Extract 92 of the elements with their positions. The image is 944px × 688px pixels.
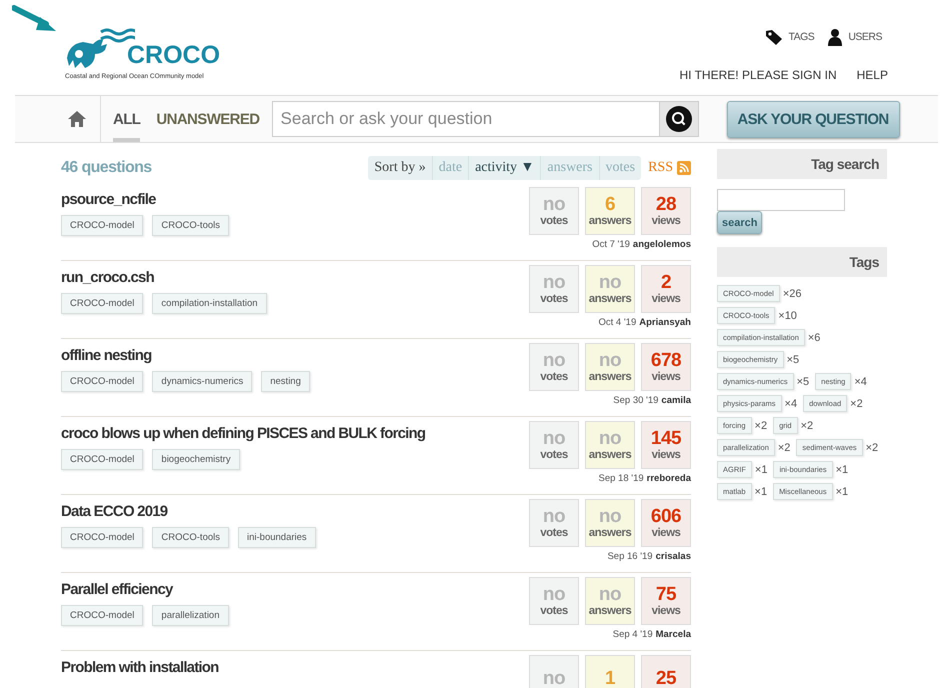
tag-count: ×26: [782, 288, 802, 300]
votes-count: no votes: [529, 265, 579, 313]
tag-chip[interactable]: CROCO-model: [61, 293, 144, 314]
question-date: Sep 4 '19: [612, 629, 653, 640]
author-link[interactable]: camila: [661, 395, 691, 406]
question-title[interactable]: run_croco.csh: [61, 269, 267, 286]
tag-count: ×1: [754, 464, 768, 476]
votes-count: no votes: [529, 187, 579, 235]
tag-search-field[interactable]: [717, 189, 845, 211]
author-link[interactable]: angelolemos: [632, 239, 691, 250]
views-count: 75 views: [641, 577, 691, 625]
answers-count: no answers: [585, 499, 635, 547]
tag-chip[interactable]: CROCO-tools: [152, 527, 229, 548]
views-count: 2 views: [641, 265, 691, 313]
question-title[interactable]: Parallel efficiency: [61, 581, 228, 598]
votes-count: no votes: [529, 577, 579, 625]
author-link[interactable]: crisalas: [656, 551, 691, 562]
tags-link[interactable]: TAGS: [764, 28, 814, 46]
user-icon: [828, 28, 842, 46]
votes-count: no: [529, 655, 579, 688]
votes-count: no votes: [529, 343, 579, 391]
tag-chip[interactable]: CROCO-model: [61, 605, 144, 626]
views-count: 25: [641, 655, 691, 688]
views-count: 145 views: [641, 421, 691, 469]
tag-count: ×1: [754, 486, 768, 498]
question-title[interactable]: Problem with installation: [61, 659, 219, 676]
tag-search-button[interactable]: search: [717, 211, 762, 234]
tag-chip[interactable]: nesting: [261, 371, 310, 392]
search-icon: [666, 106, 692, 132]
home-icon[interactable]: [67, 110, 87, 128]
question-date: Sep 30 '19: [613, 395, 658, 406]
users-link[interactable]: USERS: [828, 28, 882, 46]
answers-count: no answers: [585, 265, 635, 313]
tag-icon: [764, 29, 782, 45]
answers-count: 6 answers: [585, 187, 635, 235]
views-count: 606 views: [641, 499, 691, 547]
tag-chip[interactable]: ini-boundaries: [238, 527, 316, 548]
tag-count: ×1: [836, 486, 848, 498]
answers-count: no answers: [585, 343, 635, 391]
tag-chip[interactable]: biogeochemistry: [152, 449, 240, 470]
author-link[interactable]: rreboreda: [646, 473, 691, 484]
views-count: 678 views: [641, 343, 691, 391]
header-link[interactable]: HELP: [856, 68, 888, 82]
tag-chip[interactable]: CROCO-model: [61, 371, 144, 392]
tag-count: ×2: [778, 442, 790, 454]
tag-chip[interactable]: dynamics-numerics: [152, 371, 252, 392]
question-date: Oct 7 '19: [592, 239, 630, 250]
header-link[interactable]: HI THERE! PLEASE SIGN IN: [679, 68, 837, 82]
question-date: Sep 16 '19: [607, 551, 653, 562]
answers-count: no answers: [585, 577, 635, 625]
answers-count: 1: [585, 655, 635, 688]
ask-question-button[interactable]: ASK YOUR QUESTION: [726, 100, 900, 138]
views-count: 28 views: [641, 187, 691, 235]
answers-count: no answers: [585, 421, 635, 469]
tag-count: ×4: [854, 376, 867, 388]
tag-count: ×10: [778, 310, 797, 322]
question-count: 46 questions: [61, 159, 152, 177]
author-link[interactable]: Marcela: [656, 629, 691, 640]
votes-count: no votes: [529, 499, 579, 547]
tag-chip[interactable]: CROCO-tools: [152, 215, 229, 236]
tag-chip[interactable]: CROCO-model: [61, 527, 144, 548]
author-link[interactable]: Apriansyah: [639, 317, 691, 328]
votes-count: no votes: [529, 421, 579, 469]
tag-count: ×2: [754, 420, 768, 432]
nav-tab[interactable]: ALL: [113, 96, 140, 142]
question-title[interactable]: Data ECCO 2019: [61, 503, 316, 520]
arrow-icon: [12, 5, 58, 33]
sort-label: Sort by »: [373, 160, 427, 176]
search-button[interactable]: [658, 101, 699, 137]
tag-count: ×2: [800, 420, 814, 432]
question-title[interactable]: offline nesting: [61, 347, 310, 364]
tag-count: ×2: [866, 442, 878, 454]
tag-chip[interactable]: CROCO-model: [61, 215, 144, 236]
tag-count: ×4: [784, 398, 798, 410]
question-date: Sep 18 '19: [598, 473, 644, 484]
question-title[interactable]: croco blows up when defining PISCES and BULK forcing: [61, 425, 426, 442]
question-title[interactable]: psource_ncfile: [61, 191, 229, 208]
tag-count: ×1: [836, 464, 848, 476]
tag-chip[interactable]: compilation-installation: [152, 293, 267, 314]
tag-count: ×2: [850, 398, 863, 410]
sort-option[interactable]: activity ▼: [468, 156, 540, 180]
tags-heading: Tags: [717, 247, 887, 277]
tag-chip[interactable]: CROCO-model: [61, 449, 144, 470]
tag-count: ×5: [786, 354, 800, 366]
tag-search-heading: Tag search: [717, 149, 887, 179]
search-field[interactable]: Search or ask your question: [272, 101, 659, 137]
tag-count: ×5: [796, 376, 810, 388]
tag-count: ×6: [808, 332, 820, 344]
question-date: Oct 4 '19: [598, 317, 636, 328]
logo-text: CROCO: [127, 40, 220, 70]
tag-chip[interactable]: parallelization: [152, 605, 228, 626]
nav-tab[interactable]: UNANSWERED: [156, 96, 260, 142]
